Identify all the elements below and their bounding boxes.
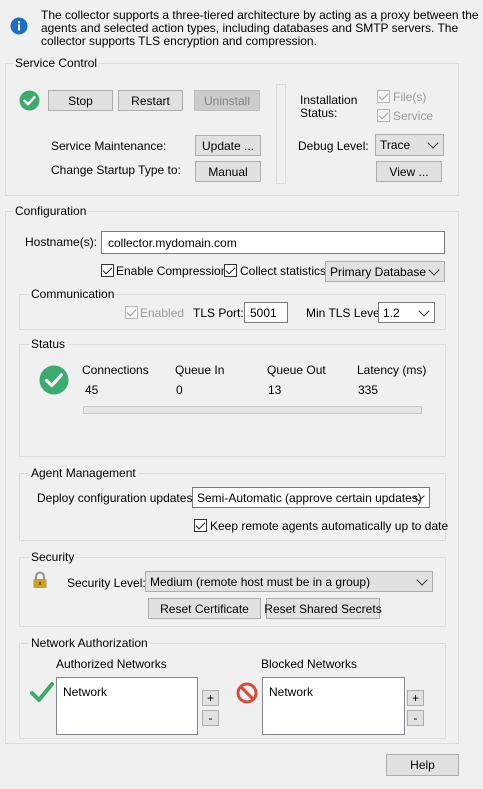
security-level-value: Medium (remote host must be in a group) [150, 574, 371, 589]
enable-compression-checkbox[interactable] [101, 264, 114, 277]
info-text-line3: collector supports TLS encryption and co… [41, 34, 317, 48]
service-control-divider [276, 84, 286, 184]
checkmark-icon [30, 681, 54, 703]
uninstall-button[interactable]: Uninstall [194, 90, 260, 111]
status-group [19, 344, 446, 457]
min-tls-level-select[interactable]: 1.2 [378, 302, 435, 323]
authorized-networks-header: Network [63, 685, 108, 699]
service-control-title: Service Control [13, 56, 100, 70]
keep-agents-updated-checkbox[interactable] [194, 519, 207, 532]
tls-enabled-label: Enabled [140, 306, 185, 320]
service-label: Service [393, 109, 434, 123]
security-level-label: Security Level: [67, 576, 146, 590]
blocked-icon [236, 682, 258, 704]
reset-certificate-button[interactable]: Reset Certificate [148, 598, 261, 619]
min-tls-level-value: 1.2 [383, 305, 400, 320]
view-button[interactable]: View ... [376, 161, 442, 182]
debug-level-select[interactable]: Trace [375, 134, 444, 156]
tls-enabled-checkbox [125, 306, 138, 319]
enable-compression-label: Enable Compression [116, 264, 228, 278]
hostname-input[interactable]: collector.mydomain.com [101, 231, 445, 254]
chevron-down-icon [418, 304, 430, 317]
configuration-title: Configuration [13, 204, 89, 218]
tls-port-value: 5001 [250, 305, 277, 320]
status-value-queue-in: 0 [176, 383, 183, 397]
status-value-connections: 45 [85, 383, 99, 397]
info-text-line1: The collector supports a three-tiered ar… [41, 8, 479, 22]
status-header-queue-in: Queue In [175, 363, 225, 377]
statistics-target-select[interactable]: Primary Database [325, 261, 445, 282]
service-checkbox [377, 109, 390, 122]
reset-shared-secrets-button[interactable]: Reset Shared Secrets [264, 598, 382, 619]
hostname-label: Hostname(s): [25, 235, 98, 249]
stop-button[interactable]: Stop [48, 90, 113, 111]
tls-port-input[interactable]: 5001 [244, 302, 288, 323]
authorized-networks-list[interactable]: Network [56, 677, 198, 735]
tls-port-label: TLS Port: [193, 306, 244, 320]
restart-button[interactable]: Restart [118, 90, 183, 111]
files-checkbox [377, 90, 390, 103]
security-title: Security [29, 550, 77, 564]
min-tls-level-label: Min TLS Level: [306, 306, 386, 320]
service-maintenance-label: Service Maintenance: [51, 139, 167, 153]
network-authorization-title: Network Authorization [29, 636, 150, 650]
remove-authorized-network-button[interactable]: - [202, 710, 219, 726]
status-header-queue-out: Queue Out [267, 363, 326, 377]
status-title: Status [29, 337, 68, 351]
blocked-networks-list[interactable]: Network [262, 677, 405, 735]
deploy-updates-value: Semi-Automatic (approve certain updates) [197, 490, 422, 505]
blocked-networks-title: Blocked Networks [261, 657, 358, 671]
collect-statistics-label: Collect statistics: [240, 264, 330, 278]
debug-level-label: Debug Level: [298, 139, 369, 153]
deploy-updates-select[interactable]: Semi-Automatic (approve certain updates) [192, 487, 430, 508]
blocked-networks-header: Network [269, 685, 314, 699]
agent-management-title: Agent Management [29, 466, 138, 480]
lock-icon [32, 571, 48, 589]
startup-type-label: Change Startup Type to: [51, 163, 181, 177]
update-button[interactable]: Update ... [195, 135, 261, 156]
installation-status-label-line1: Installation [300, 93, 358, 107]
communication-title: Communication [29, 287, 117, 301]
chevron-down-icon [427, 137, 439, 149]
service-running-icon [19, 90, 40, 111]
add-authorized-network-button[interactable]: + [202, 690, 219, 706]
debug-level-value: Trace [380, 138, 411, 152]
add-blocked-network-button[interactable]: + [407, 690, 424, 706]
help-button[interactable]: Help [386, 754, 459, 776]
info-icon [10, 17, 28, 35]
status-value-queue-out: 13 [268, 383, 282, 397]
files-label: File(s) [393, 90, 427, 104]
hostname-value: collector.mydomain.com [108, 235, 237, 250]
info-text-line2: agents and selected action types, includ… [41, 21, 459, 35]
remove-blocked-network-button[interactable]: - [407, 710, 424, 726]
security-level-select[interactable]: Medium (remote host must be in a group) [145, 571, 433, 592]
status-header-connections: Connections [82, 363, 149, 377]
status-value-latency: 335 [358, 383, 379, 397]
manual-button[interactable]: Manual [195, 161, 261, 182]
keep-agents-updated-label: Keep remote agents automatically up to d… [210, 519, 449, 533]
installation-status-label-line2: Status: [300, 106, 338, 120]
chevron-down-icon [416, 573, 428, 586]
statistics-target-value: Primary Database [330, 264, 427, 279]
status-progress-bar [83, 406, 422, 414]
status-ok-icon [39, 365, 69, 395]
deploy-updates-label: Deploy configuration updates: [37, 491, 196, 505]
chevron-down-icon [428, 263, 440, 276]
collect-statistics-checkbox[interactable] [224, 264, 237, 277]
authorized-networks-title: Authorized Networks [56, 657, 167, 671]
status-header-latency: Latency (ms) [357, 363, 427, 377]
